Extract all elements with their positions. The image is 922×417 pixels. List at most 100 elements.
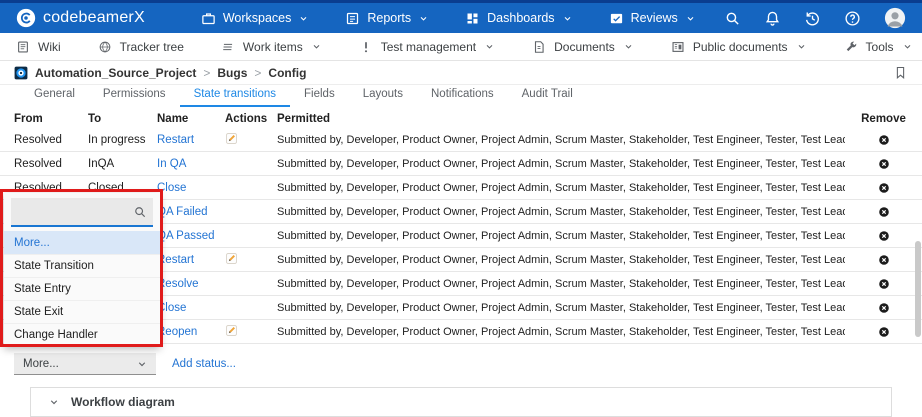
workflow-diagram-header[interactable]: Workflow diagram (30, 387, 892, 417)
toolbar-item-label: Wiki (38, 40, 61, 54)
breadcrumb-item-bugs[interactable]: Bugs (217, 66, 247, 80)
from-cell: Resolved (14, 182, 88, 194)
brand-title: codebeamerX (43, 9, 145, 27)
dropdown-option-state-entry[interactable]: State Entry (4, 277, 160, 300)
transition-name-link[interactable]: Resolve (157, 278, 199, 290)
remove-transition-button[interactable] (878, 230, 890, 242)
remove-transition-button[interactable] (878, 254, 890, 266)
chevron-down-icon (902, 41, 913, 52)
transition-name-link[interactable]: Close (157, 302, 186, 314)
transition-name-link[interactable]: Close (157, 182, 186, 194)
permitted-cell: Submitted by, Developer, Product Owner, … (277, 182, 845, 194)
remove-circle-icon (878, 230, 890, 242)
column-header-remove: Remove (845, 113, 922, 125)
toolbar-item-work-items[interactable]: Work items (221, 40, 322, 54)
search-button[interactable] (724, 10, 741, 27)
remove-circle-icon (878, 302, 890, 314)
tab-permissions[interactable]: Permissions (89, 85, 180, 107)
remove-circle-icon (878, 206, 890, 218)
toolbar-item-wiki[interactable]: Wiki (16, 40, 61, 54)
remove-transition-button[interactable] (878, 278, 890, 290)
toolbar-item-public-documents[interactable]: Public documents (671, 40, 807, 54)
tab-layouts[interactable]: Layouts (349, 85, 417, 107)
appmenu-label: Workspaces (223, 11, 292, 25)
appmenu-workspaces[interactable]: Workspaces (201, 11, 310, 26)
transition-name-link[interactable]: Restart (157, 254, 194, 266)
permitted-cell: Submitted by, Developer, Product Owner, … (277, 134, 845, 146)
to-cell: In progress (88, 134, 157, 146)
appmenu-reviews[interactable]: Reviews (609, 11, 696, 26)
dashboard-icon (465, 11, 480, 26)
appmenu-dashboards[interactable]: Dashboards (465, 11, 572, 26)
transition-name-link[interactable]: QA Passed (157, 230, 215, 242)
brand-logo[interactable]: codebeamerX (16, 8, 145, 28)
transition-name-link[interactable]: Restart (157, 134, 194, 146)
tab-general[interactable]: General (20, 85, 89, 107)
name-cell: Reopen (157, 326, 225, 338)
remove-cell (845, 158, 922, 170)
name-cell: Close (157, 182, 225, 194)
toolbar-item-label: Work items (243, 40, 303, 54)
app-menus: Workspaces Reports Dashboards Reviews (201, 11, 696, 26)
name-cell: Restart (157, 254, 225, 266)
dropdown-search-input[interactable] (19, 205, 133, 219)
transition-name-link[interactable]: In QA (157, 158, 186, 170)
tab-fields[interactable]: Fields (290, 85, 349, 107)
breadcrumb-items: >Bugs>Config (203, 66, 306, 80)
avatar[interactable] (884, 7, 906, 29)
dropdown-search-box[interactable] (11, 198, 153, 227)
bell-button[interactable] (764, 10, 781, 27)
edit-action-pencil-icon[interactable] (225, 132, 238, 145)
toolbar-item-tools[interactable]: Tools (844, 40, 913, 54)
transition-name-link[interactable]: QA Failed (157, 206, 208, 218)
transition-name-link[interactable]: Reopen (157, 326, 197, 338)
toolbar-item-label: Documents (554, 40, 615, 54)
remove-cell (845, 326, 922, 338)
edit-action-pencil-icon[interactable] (225, 324, 238, 337)
remove-cell (845, 134, 922, 146)
tab-audit-trail[interactable]: Audit Trail (508, 85, 587, 107)
chevron-down-icon (311, 41, 322, 52)
toolbar-item-tracker-tree[interactable]: Tracker tree (98, 40, 184, 54)
scrollbar-thumb[interactable] (915, 241, 921, 337)
chevron-down-icon (796, 41, 807, 52)
name-cell: Close (157, 302, 225, 314)
edit-action-pencil-icon[interactable] (225, 252, 238, 265)
column-header-to: To (88, 113, 157, 125)
chevron-down-icon (685, 13, 696, 24)
breadcrumb-project-link[interactable]: Automation_Source_Project (35, 66, 196, 80)
breadcrumb-item-config[interactable]: Config (268, 66, 306, 80)
remove-transition-button[interactable] (878, 206, 890, 218)
appmenu-reports[interactable]: Reports (345, 11, 429, 26)
dropdown-option-more[interactable]: More... (4, 231, 160, 254)
project-icon (14, 66, 28, 80)
actions-cell (225, 252, 277, 268)
column-header-from: From (14, 113, 88, 125)
remove-transition-button[interactable] (878, 158, 890, 170)
table-row: ResolvedInQAIn QASubmitted by, Developer… (0, 152, 922, 176)
dropdown-option-state-exit[interactable]: State Exit (4, 300, 160, 323)
tab-state-transitions[interactable]: State transitions (180, 85, 290, 107)
dropdown-option-state-transition[interactable]: State Transition (4, 254, 160, 277)
bookmark-icon[interactable] (893, 65, 908, 80)
tab-notifications[interactable]: Notifications (417, 85, 508, 107)
app-bar: codebeamerX Workspaces Reports Dashboards R… (0, 3, 922, 33)
remove-transition-button[interactable] (878, 182, 890, 194)
history-button[interactable] (804, 10, 821, 27)
actions-cell (225, 132, 277, 148)
toolbar-item-documents[interactable]: Documents (532, 40, 634, 54)
dropdown-option-change-handler[interactable]: Change Handler (4, 323, 160, 346)
table-footer: More... Add status... (14, 353, 922, 375)
toolbar-item-label: Public documents (693, 40, 788, 54)
add-status-link[interactable]: Add status... (172, 358, 236, 370)
remove-transition-button[interactable] (878, 302, 890, 314)
remove-transition-button[interactable] (878, 134, 890, 146)
help-button[interactable] (844, 10, 861, 27)
more-select[interactable]: More... (14, 353, 156, 375)
toolbar-item-test-management[interactable]: Test management (359, 40, 495, 54)
remove-transition-button[interactable] (878, 326, 890, 338)
chevron-down-icon[interactable] (48, 396, 60, 408)
permitted-cell: Submitted by, Developer, Product Owner, … (277, 254, 845, 266)
toolbar-item-label: Test management (381, 40, 476, 54)
list-icon (221, 40, 235, 54)
